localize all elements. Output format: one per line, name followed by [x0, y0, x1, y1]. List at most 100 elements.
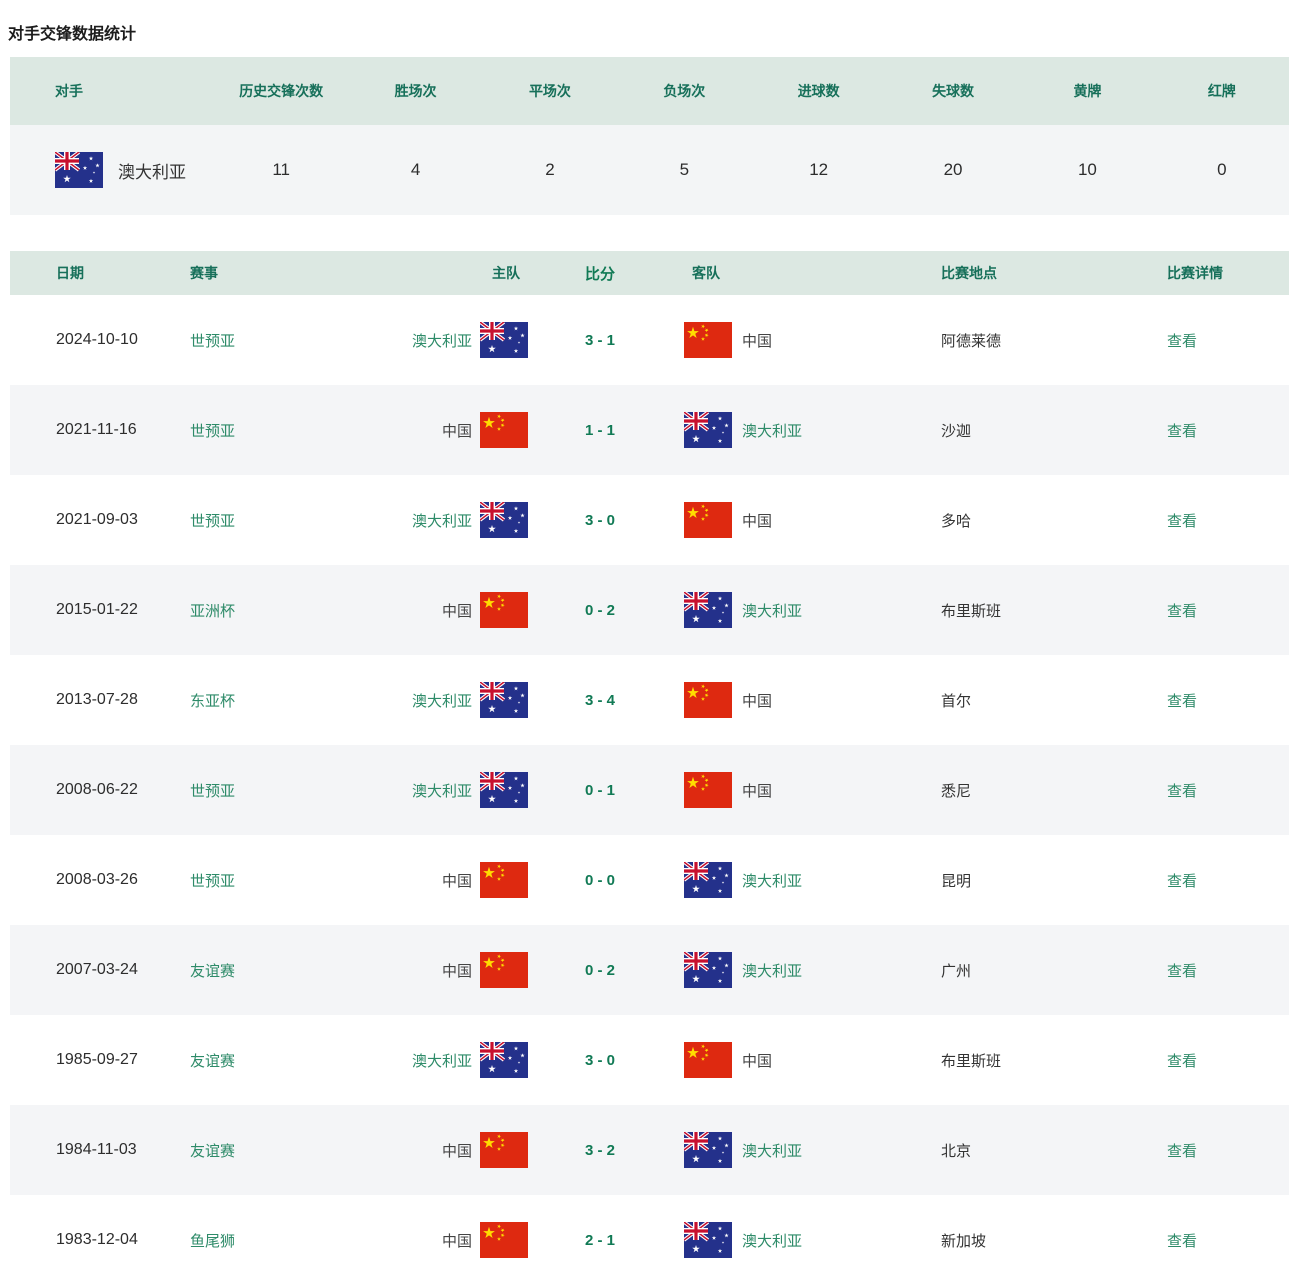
competition-link[interactable]: 亚洲杯 [190, 603, 235, 620]
away-team-name[interactable]: 澳大利亚 [742, 960, 802, 981]
match-score: 3 - 0 [528, 512, 672, 529]
view-details-link[interactable]: 查看 [1167, 693, 1197, 710]
competition-link[interactable]: 友谊赛 [190, 963, 235, 980]
home-team-flag-icon [480, 322, 528, 358]
match-venue: 沙迦 [930, 420, 1155, 441]
draws-value: 2 [483, 160, 617, 180]
away-team-name[interactable]: 澳大利亚 [742, 600, 802, 621]
away-team-name[interactable]: 澳大利亚 [742, 1140, 802, 1161]
away-team-name[interactable]: 澳大利亚 [742, 1230, 802, 1251]
away-team-flag-icon [684, 502, 732, 538]
view-details-link[interactable]: 查看 [1167, 1233, 1197, 1250]
competition-link[interactable]: 世预亚 [190, 333, 235, 350]
summary-table: 对手 历史交锋次数 胜场次 平场次 负场次 进球数 失球数 黄牌 红牌 澳大利亚… [10, 57, 1289, 215]
match-score: 1 - 1 [528, 422, 672, 439]
home-team-name[interactable]: 澳大利亚 [412, 330, 472, 351]
match-venue: 广州 [930, 960, 1155, 981]
view-details-link[interactable]: 查看 [1167, 1053, 1197, 1070]
home-team-flag-icon [480, 1132, 528, 1168]
away-team-flag-icon [684, 1042, 732, 1078]
goals-for-value: 12 [752, 160, 886, 180]
match-date: 1983-12-04 [10, 1231, 190, 1249]
match-date: 1985-09-27 [10, 1051, 190, 1069]
home-team-name: 中国 [442, 1230, 472, 1251]
away-team-name[interactable]: 澳大利亚 [742, 870, 802, 891]
summary-table-header: 对手 历史交锋次数 胜场次 平场次 负场次 进球数 失球数 黄牌 红牌 [10, 57, 1289, 125]
home-team-flag-icon [480, 772, 528, 808]
match-venue: 首尔 [930, 690, 1155, 711]
view-details-link[interactable]: 查看 [1167, 783, 1197, 800]
competition-link[interactable]: 世预亚 [190, 873, 235, 890]
match-date: 2024-10-10 [10, 331, 190, 349]
home-team-name[interactable]: 澳大利亚 [412, 780, 472, 801]
home-team-flag-icon [480, 1042, 528, 1078]
match-row: 2015-01-22 亚洲杯 中国 0 - 2 澳大利亚 布里斯班 查看 [10, 565, 1289, 655]
match-row: 2008-06-22 世预亚 澳大利亚 0 - 1 中国 悉尼 查看 [10, 745, 1289, 835]
header-date: 日期 [10, 263, 190, 283]
home-team-flag-icon [480, 592, 528, 628]
view-details-link[interactable]: 查看 [1167, 603, 1197, 620]
header-match-details: 比赛详情 [1155, 263, 1289, 283]
view-details-link[interactable]: 查看 [1167, 963, 1197, 980]
away-team-name: 中国 [742, 330, 772, 351]
competition-link[interactable]: 世预亚 [190, 423, 235, 440]
home-team-name[interactable]: 澳大利亚 [412, 1050, 472, 1071]
view-details-link[interactable]: 查看 [1167, 423, 1197, 440]
home-team-name: 中国 [442, 1140, 472, 1161]
header-competition: 赛事 [190, 263, 380, 283]
home-team-name[interactable]: 澳大利亚 [412, 510, 472, 531]
view-details-link[interactable]: 查看 [1167, 873, 1197, 890]
header-opponent: 对手 [10, 81, 214, 101]
away-team-flag-icon [684, 682, 732, 718]
competition-link[interactable]: 友谊赛 [190, 1143, 235, 1160]
home-team-flag-icon [480, 412, 528, 448]
match-rows: 2024-10-10 世预亚 澳大利亚 3 - 1 中国 阿德莱德 查看 202… [10, 295, 1289, 1275]
match-date: 2013-07-28 [10, 691, 190, 709]
home-team-name: 中国 [442, 420, 472, 441]
match-score: 3 - 1 [528, 332, 672, 349]
header-away-team: 客队 [672, 263, 930, 283]
header-yellow-cards: 黄牌 [1020, 81, 1154, 101]
match-venue: 新加坡 [930, 1230, 1155, 1251]
match-table-header: 日期 赛事 主队 比分 客队 比赛地点 比赛详情 [10, 251, 1289, 295]
match-row: 2021-11-16 世预亚 中国 1 - 1 澳大利亚 沙迦 查看 [10, 385, 1289, 475]
away-team-flag-icon [684, 1132, 732, 1168]
match-date: 2008-06-22 [10, 781, 190, 799]
away-team-name: 中国 [742, 780, 772, 801]
view-details-link[interactable]: 查看 [1167, 1143, 1197, 1160]
header-draws: 平场次 [483, 81, 617, 101]
match-row: 1983-12-04 鱼尾狮 中国 2 - 1 澳大利亚 新加坡 查看 [10, 1195, 1289, 1275]
away-team-flag-icon [684, 1222, 732, 1258]
competition-link[interactable]: 鱼尾狮 [190, 1233, 235, 1250]
match-score: 0 - 0 [528, 872, 672, 889]
match-date: 2007-03-24 [10, 961, 190, 979]
match-venue: 昆明 [930, 870, 1155, 891]
header-red-cards: 红牌 [1155, 81, 1289, 101]
home-team-name[interactable]: 澳大利亚 [412, 690, 472, 711]
match-venue: 布里斯班 [930, 1050, 1155, 1071]
match-score: 3 - 4 [528, 692, 672, 709]
competition-link[interactable]: 世预亚 [190, 513, 235, 530]
away-team-flag-icon [684, 952, 732, 988]
header-goals-for: 进球数 [752, 81, 886, 101]
match-date: 2008-03-26 [10, 871, 190, 889]
away-team-name: 中国 [742, 510, 772, 531]
view-details-link[interactable]: 查看 [1167, 333, 1197, 350]
away-team-name[interactable]: 澳大利亚 [742, 420, 802, 441]
view-details-link[interactable]: 查看 [1167, 513, 1197, 530]
total-matches-value: 11 [214, 160, 348, 180]
away-team-name: 中国 [742, 1050, 772, 1071]
home-team-flag-icon [480, 502, 528, 538]
home-team-flag-icon [480, 1222, 528, 1258]
match-row: 2007-03-24 友谊赛 中国 0 - 2 澳大利亚 广州 查看 [10, 925, 1289, 1015]
home-team-flag-icon [480, 682, 528, 718]
competition-link[interactable]: 东亚杯 [190, 693, 235, 710]
match-row: 2013-07-28 东亚杯 澳大利亚 3 - 4 中国 首尔 查看 [10, 655, 1289, 745]
match-score: 3 - 0 [528, 1052, 672, 1069]
competition-link[interactable]: 世预亚 [190, 783, 235, 800]
summary-row: 澳大利亚 11 4 2 5 12 20 10 0 [10, 125, 1289, 215]
competition-link[interactable]: 友谊赛 [190, 1053, 235, 1070]
away-team-flag-icon [684, 772, 732, 808]
match-row: 2024-10-10 世预亚 澳大利亚 3 - 1 中国 阿德莱德 查看 [10, 295, 1289, 385]
match-score: 0 - 1 [528, 782, 672, 799]
